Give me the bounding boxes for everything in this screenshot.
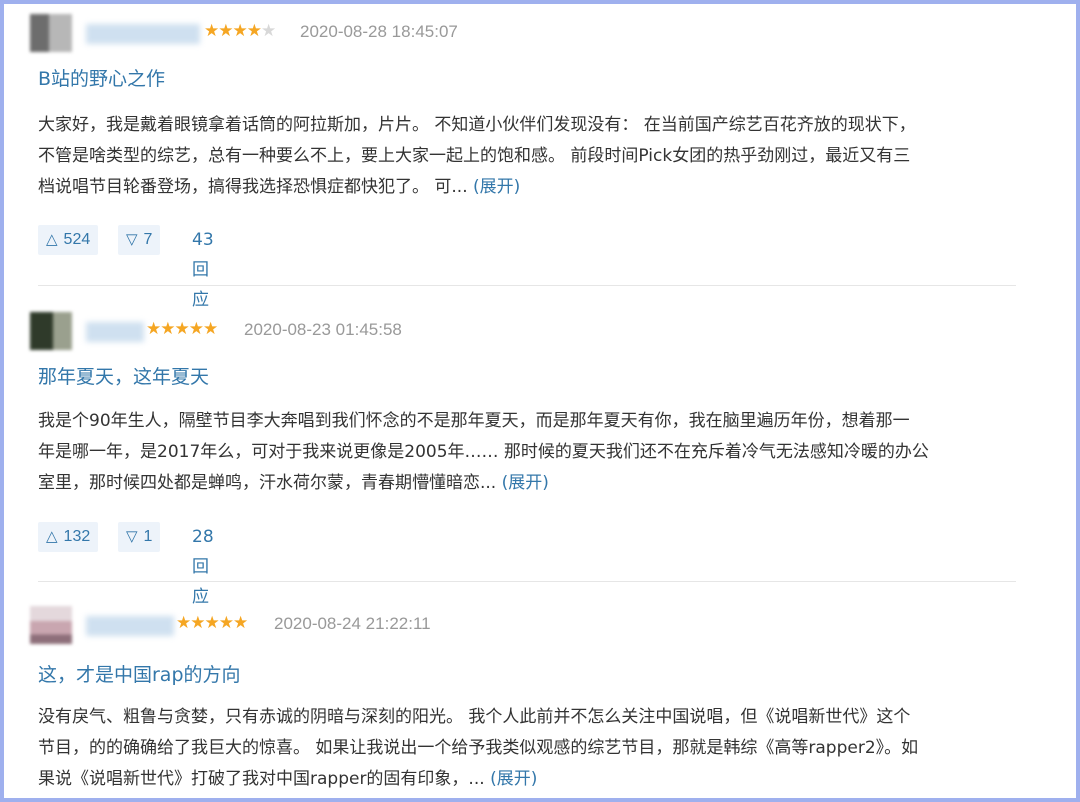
- review-body: 没有戾气、粗鲁与贪婪，只有赤诚的阴暗与深刻的阳光。 我个人此前并不怎么关注中国说…: [38, 702, 1020, 795]
- review-line-last: 室里，那时候四处都是蝉鸣，汗水荷尔蒙，青春期懵懂暗恋... (展开): [38, 473, 549, 493]
- down-triangle-icon: ▽: [126, 231, 138, 248]
- rating-stars: ★★★★★: [146, 319, 218, 339]
- downvote-count: 1: [143, 528, 153, 545]
- review-body: 大家好，我是戴着眼镜拿着话筒的阿拉斯加，片片。 不知道小伙伴们发现没有： 在当前…: [38, 110, 1020, 203]
- avatar[interactable]: [30, 312, 72, 350]
- upvote-count: 132: [63, 528, 91, 545]
- username-blurred[interactable]: [86, 24, 200, 44]
- divider: [38, 285, 1016, 286]
- review-time: 2020-08-23 01:45:58: [244, 320, 402, 339]
- reply-link[interactable]: 28回应: [192, 522, 214, 612]
- up-triangle-icon: △: [46, 231, 58, 248]
- review-card: ★★★★★ 2020-08-28 18:45:07 B站的野心之作 大家好，我是…: [30, 14, 1020, 310]
- reply-link[interactable]: 43回应: [192, 225, 214, 315]
- review-time: 2020-08-24 21:22:11: [274, 614, 431, 633]
- upvote-button[interactable]: △ 132: [38, 522, 99, 552]
- downvote-count: 7: [143, 231, 153, 248]
- avatar[interactable]: [30, 606, 72, 644]
- down-triangle-icon: ▽: [126, 528, 138, 545]
- review-line: 节目，的的确确给了我巨大的惊喜。 如果让我说出一个给予我类似观感的综艺节目，那就…: [38, 738, 919, 758]
- review-line: 年是哪一年，是2017年么，可对于我来说更像是2005年…… 那时候的夏天我们还…: [38, 442, 929, 462]
- review-title[interactable]: 那年夏天，这年夏天: [38, 364, 209, 390]
- avatar[interactable]: [30, 14, 72, 52]
- review-header: ★★★★★ 2020-08-28 18:45:07: [30, 14, 1020, 54]
- review-body: 我是个90年生人，隔壁节目李大奔唱到我们怀念的不是那年夏天，而是那年夏天有你，我…: [38, 406, 1020, 499]
- review-line: 没有戾气、粗鲁与贪婪，只有赤诚的阴暗与深刻的阳光。 我个人此前并不怎么关注中国说…: [38, 707, 911, 727]
- rating-stars: ★★★★★: [176, 613, 248, 633]
- upvote-count: 524: [63, 231, 91, 248]
- review-line-last: 果说《说唱新世代》打破了我对中国rapper的固有印象，... (展开): [38, 769, 538, 789]
- divider: [38, 581, 1016, 582]
- review-time: 2020-08-28 18:45:07: [300, 22, 458, 41]
- review-line-last: 档说唱节目轮番登场，搞得我选择恐惧症都快犯了。 可... (展开): [38, 177, 521, 197]
- username-blurred[interactable]: [86, 322, 144, 342]
- review-header: ★★★★★ 2020-08-24 21:22:11: [30, 606, 1020, 646]
- expand-link[interactable]: (展开): [490, 769, 537, 789]
- review-line: 我是个90年生人，隔壁节目李大奔唱到我们怀念的不是那年夏天，而是那年夏天有你，我…: [38, 411, 910, 431]
- review-card: ★★★★★ 2020-08-24 21:22:11 这，才是中国rap的方向 没…: [30, 606, 1020, 789]
- downvote-button[interactable]: ▽ 7: [118, 225, 161, 255]
- review-header: ★★★★★ 2020-08-23 01:45:58: [30, 312, 1020, 352]
- downvote-button[interactable]: ▽ 1: [118, 522, 161, 552]
- review-line: 不管是啥类型的综艺，总有一种要么不上，要上大家一起上的饱和感。 前段时间Pick…: [38, 146, 911, 166]
- review-title[interactable]: 这，才是中国rap的方向: [38, 662, 241, 688]
- rating-stars: ★★★★★: [204, 21, 276, 41]
- review-card: ★★★★★ 2020-08-23 01:45:58 那年夏天，这年夏天 我是个9…: [30, 312, 1020, 607]
- review-line: 大家好，我是戴着眼镜拿着话筒的阿拉斯加，片片。 不知道小伙伴们发现没有： 在当前…: [38, 115, 916, 135]
- up-triangle-icon: △: [46, 528, 58, 545]
- expand-link[interactable]: (展开): [502, 473, 549, 493]
- username-blurred[interactable]: [86, 616, 174, 636]
- upvote-button[interactable]: △ 524: [38, 225, 99, 255]
- expand-link[interactable]: (展开): [473, 177, 520, 197]
- review-title[interactable]: B站的野心之作: [38, 66, 165, 92]
